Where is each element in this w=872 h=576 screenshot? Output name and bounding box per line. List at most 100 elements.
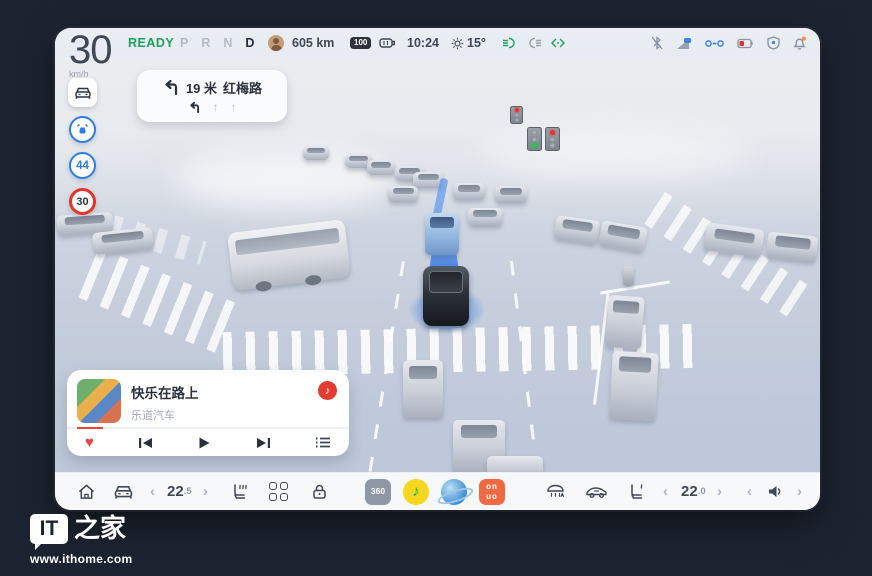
- temp-left-value[interactable]: 22.5: [167, 473, 192, 510]
- seat-heat-icon: [627, 483, 646, 500]
- nav-distance: 19 米: [186, 78, 217, 97]
- device-battery-icon[interactable]: [737, 38, 754, 49]
- ithome-url: www.ithome.com: [30, 552, 132, 566]
- music-app-badge-icon[interactable]: ♪: [318, 381, 337, 400]
- lane-turn-left-icon: [188, 101, 201, 114]
- playlist-button[interactable]: [315, 436, 331, 449]
- car-side-icon: [585, 484, 608, 499]
- car-front-icon: [113, 484, 134, 500]
- gear-indicator: P R N D: [180, 28, 254, 58]
- clock: 10:24: [407, 28, 439, 58]
- defrost-icon: [545, 483, 566, 500]
- weather-indicator: 15°: [451, 28, 486, 58]
- vehicle-car: [766, 231, 818, 262]
- app-qq-music[interactable]: ♪: [403, 473, 429, 510]
- gear-p: P: [180, 36, 188, 50]
- car-front-icon: [74, 86, 92, 100]
- vehicle-car-rear: [605, 295, 645, 349]
- gear-r: R: [201, 36, 210, 50]
- next-track-button[interactable]: [255, 436, 271, 450]
- notification-bell-icon[interactable]: [793, 36, 806, 50]
- lock-icon: [311, 483, 328, 500]
- lane-straight-icon: ↑: [231, 100, 237, 114]
- previous-track-button[interactable]: [138, 436, 154, 450]
- driver-avatar-icon: [268, 35, 284, 51]
- vehicle-controls-button[interactable]: [113, 473, 134, 510]
- speed-value: 30: [69, 31, 112, 69]
- turn-left-icon: [162, 79, 180, 96]
- bluetooth-off-icon[interactable]: [651, 36, 663, 50]
- pilot-car-icon: [75, 123, 90, 136]
- pilot-assist-button[interactable]: [69, 116, 96, 143]
- track-artist: 乐道汽车: [131, 407, 199, 423]
- home-icon: [77, 483, 96, 501]
- vehicle-car: [367, 160, 395, 175]
- album-art[interactable]: [77, 379, 121, 423]
- charging-icon: [379, 28, 396, 58]
- temp-right-up-button[interactable]: ›: [717, 473, 722, 510]
- fog-lamp-icon: [502, 37, 518, 49]
- apps-grid-icon: [269, 482, 288, 501]
- ready-indicator: READY: [128, 28, 174, 58]
- sun-icon: [451, 37, 464, 50]
- temp-right-value[interactable]: 22.0: [681, 473, 706, 510]
- volume-indicator[interactable]: [767, 473, 784, 510]
- app-onvo[interactable]: onuo: [479, 473, 505, 510]
- vehicle-car: [303, 146, 329, 160]
- lock-button[interactable]: [311, 473, 328, 510]
- volume-down-button[interactable]: ‹: [747, 473, 752, 510]
- volume-up-button[interactable]: ›: [797, 473, 802, 510]
- nav-road-name: 红梅路: [223, 78, 262, 97]
- speaker-icon: [767, 484, 784, 499]
- speed-limit-sign: 30: [69, 188, 96, 215]
- vehicle-car: [598, 220, 648, 253]
- set-speed-value: 44: [76, 160, 89, 172]
- outside-temp: 15°: [467, 36, 486, 50]
- lane-straight-icon: ↑: [213, 100, 219, 114]
- gear-d-active: D: [245, 36, 254, 50]
- set-speed-badge[interactable]: 44: [69, 152, 96, 179]
- track-title: 快乐在路上: [131, 382, 199, 402]
- seat-heat-left-button[interactable]: [231, 473, 250, 510]
- connected-devices-icon[interactable]: [705, 38, 724, 49]
- play-button[interactable]: [197, 436, 211, 450]
- vehicle-status-button[interactable]: [68, 78, 97, 107]
- app-360-view[interactable]: 360: [365, 473, 391, 510]
- vehicle-car-rear: [403, 360, 443, 418]
- cabin-airflow-button[interactable]: [585, 473, 608, 510]
- status-icons: [651, 28, 806, 58]
- lead-vehicle: [425, 213, 459, 255]
- seat-heat-right-button[interactable]: [627, 473, 646, 510]
- track-info: 快乐在路上 乐道汽车: [131, 379, 199, 423]
- network-signal-icon[interactable]: [676, 37, 692, 50]
- car-infotainment-screen: 30 km/h READY P R N D 605 km 100 10:24 1…: [55, 28, 820, 510]
- security-shield-icon[interactable]: [767, 36, 780, 50]
- bottom-dock: ‹ 22.5 › 360 ♪ onuo: [55, 472, 820, 510]
- battery-indicator: 100: [350, 28, 371, 58]
- range-value: 605 km: [292, 28, 334, 58]
- traffic-light-red: [545, 127, 560, 151]
- ithome-watermark: IT 之家 www.ithome.com: [30, 514, 132, 566]
- driver-profile-button[interactable]: [268, 28, 284, 58]
- fog-patch: [485, 123, 745, 178]
- temp-left-down-button[interactable]: ‹: [150, 473, 155, 510]
- planet-icon: [441, 479, 467, 505]
- navigation-card[interactable]: 19 米 红梅路 ↑ ↑: [137, 70, 287, 122]
- traffic-light: [510, 106, 523, 124]
- quick-access-rail: 44 30: [68, 78, 97, 215]
- favorite-button[interactable]: ♥: [85, 434, 94, 451]
- vehicle-car: [468, 208, 502, 226]
- home-button[interactable]: [77, 473, 96, 510]
- temp-left-up-button[interactable]: ›: [203, 473, 208, 510]
- vehicle-scooter: [623, 266, 634, 286]
- media-player-card[interactable]: 快乐在路上 乐道汽车 ♪ ♥: [67, 370, 349, 456]
- ithome-logo-text: 之家: [74, 514, 126, 544]
- defrost-auto-button[interactable]: [545, 473, 566, 510]
- app-drawer-button[interactable]: [269, 473, 288, 510]
- crosswalk-left: [78, 247, 239, 354]
- temp-right-down-button[interactable]: ‹: [663, 473, 668, 510]
- qq-music-icon: ♪: [403, 479, 429, 505]
- lane-guidance: ↑ ↑: [137, 100, 287, 114]
- speed-limit-value: 30: [76, 196, 88, 208]
- app-browser[interactable]: [441, 473, 467, 510]
